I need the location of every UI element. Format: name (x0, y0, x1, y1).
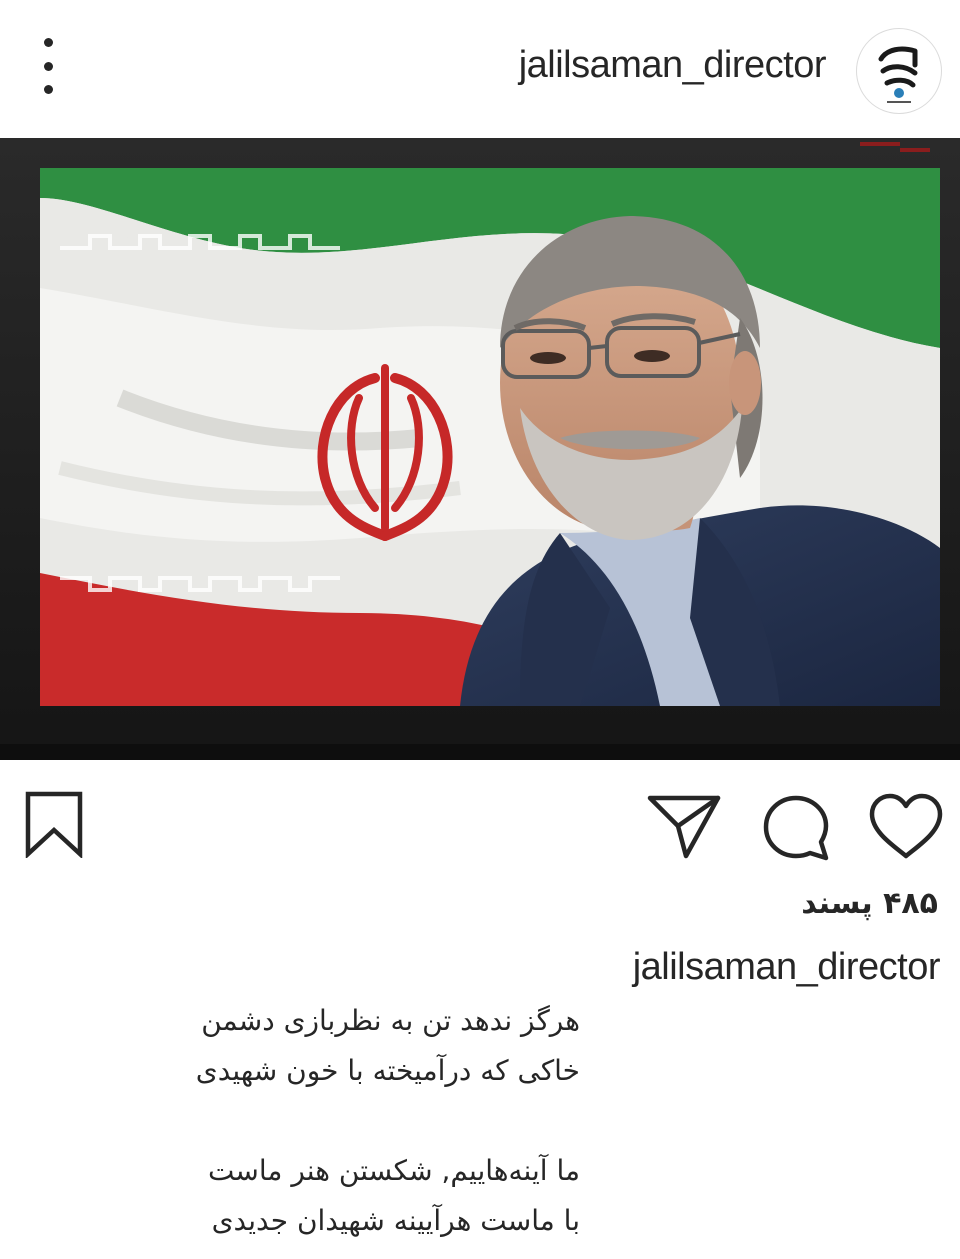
instagram-post: jalilsaman_director ۴۸۵ پسند jalilsaman_… (0, 0, 960, 1259)
caption-line: هرگز ندهد تن به نظربازی دشمن (201, 1004, 580, 1037)
vertical-dots-icon (43, 38, 53, 47)
share-button[interactable] (646, 792, 722, 860)
likes-count[interactable]: ۴۸۵ پسند (801, 886, 938, 921)
caption-line: با ماست هرآیینه شهیدان جدیدی (211, 1204, 580, 1237)
save-button[interactable] (22, 790, 86, 858)
bookmark-icon (25, 791, 83, 858)
caption-line: خاکی که درآمیخته با خون شهیدی (195, 1054, 580, 1087)
like-button[interactable] (868, 792, 944, 860)
speech-bubble-icon (763, 795, 829, 861)
caption-line-blank (20, 1096, 580, 1146)
caption-username[interactable]: jalilsaman_director (633, 946, 941, 989)
avatar[interactable] (856, 28, 942, 114)
caption-line: ما آینه‌هاییم, شکستن هنر ماست (207, 1154, 580, 1187)
paper-plane-icon (647, 795, 721, 859)
caption-text: هرگز ندهد تن به نظربازی دشمن خاکی که درآ… (20, 996, 580, 1246)
comment-button[interactable] (760, 792, 832, 864)
portrait-with-flag-image (0, 138, 960, 760)
header-username[interactable]: jalilsaman_director (519, 44, 827, 87)
post-header: jalilsaman_director (0, 0, 960, 138)
action-bar (0, 760, 960, 880)
post-image[interactable] (0, 138, 960, 760)
avatar-logo-icon (875, 37, 923, 105)
more-options-button[interactable] (26, 38, 70, 94)
heart-icon (869, 793, 943, 859)
